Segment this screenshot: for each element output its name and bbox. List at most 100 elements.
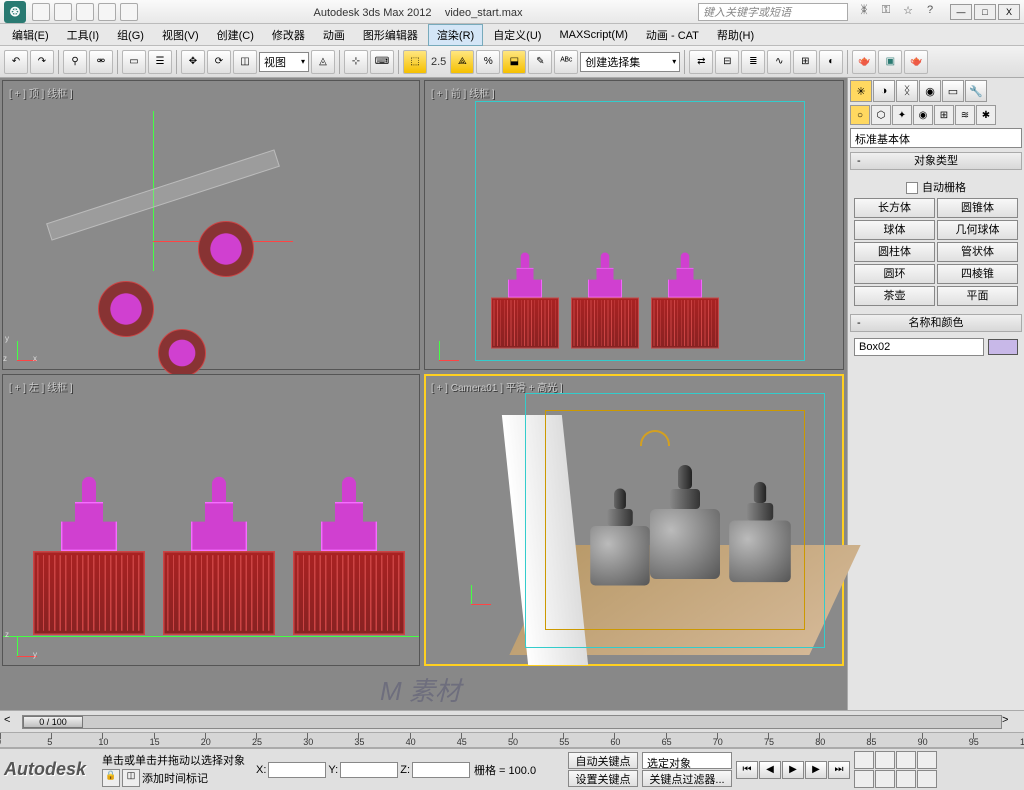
viewport-front[interactable]: [ + ] 前 ] 线框 ]	[424, 80, 844, 370]
rotate-icon[interactable]: ⟳	[207, 50, 231, 74]
menu-help[interactable]: 帮助(H)	[709, 25, 762, 45]
qat-undo-icon[interactable]	[98, 3, 116, 21]
named-selection-dropdown[interactable]: 创建选择集	[580, 52, 680, 72]
menu-modifiers[interactable]: 修改器	[264, 25, 313, 45]
lights-subtab-icon[interactable]: ✦	[892, 105, 912, 125]
maximize-button[interactable]: □	[974, 4, 996, 20]
object-color-swatch[interactable]	[988, 339, 1018, 355]
snap-toggle-icon[interactable]: ⬚	[403, 50, 427, 74]
shapes-subtab-icon[interactable]: ⬡	[871, 105, 891, 125]
redo-icon[interactable]: ↷	[30, 50, 54, 74]
mirror-icon[interactable]: ⇄	[689, 50, 713, 74]
time-ruler[interactable]: 0510152025303540455055606570758085909510…	[0, 732, 1024, 748]
pivot-icon[interactable]: ◬	[311, 50, 335, 74]
menu-graph-editors[interactable]: 图形编辑器	[355, 25, 426, 45]
menu-create[interactable]: 创建(C)	[209, 25, 262, 45]
category-dropdown[interactable]: 标准基本体	[850, 128, 1022, 148]
zoom-extents-all-icon[interactable]	[917, 751, 937, 769]
minimize-button[interactable]: —	[950, 4, 972, 20]
key-mode-dropdown[interactable]: 选定对象	[642, 752, 732, 769]
pyramid-button[interactable]: 四棱锥	[937, 264, 1018, 284]
menu-tools[interactable]: 工具(I)	[59, 25, 107, 45]
coord-x-input[interactable]	[268, 762, 326, 778]
next-frame-icon[interactable]: ▶	[805, 761, 827, 779]
cylinder-button[interactable]: 圆柱体	[854, 242, 935, 262]
menu-anim-cat[interactable]: 动画 - CAT	[638, 25, 707, 45]
select-icon[interactable]: ▭	[122, 50, 146, 74]
qat-open-icon[interactable]	[54, 3, 72, 21]
curve-editor-icon[interactable]: ∿	[767, 50, 791, 74]
qat-save-icon[interactable]	[76, 3, 94, 21]
timeline-left-icon[interactable]: <	[4, 714, 22, 730]
systems-subtab-icon[interactable]: ✱	[976, 105, 996, 125]
viewport-left[interactable]: [ + ] 左 ] 线框 ] z y	[2, 374, 420, 666]
unlink-icon[interactable]: ⚮	[89, 50, 113, 74]
percent-snap-icon[interactable]: %	[476, 50, 500, 74]
render-frame-icon[interactable]: ▣	[878, 50, 902, 74]
time-handle[interactable]: 0 / 100	[23, 716, 83, 728]
menu-customize[interactable]: 自定义(U)	[485, 25, 549, 45]
zoom-extents-icon[interactable]	[896, 751, 916, 769]
render-icon[interactable]: 🫖	[904, 50, 928, 74]
spinner-snap-icon[interactable]: ⬓	[502, 50, 526, 74]
app-icon[interactable]: ⊛	[4, 1, 26, 23]
pan-icon[interactable]	[875, 770, 895, 788]
edit-named-sel-icon[interactable]: ✎	[528, 50, 552, 74]
play-icon[interactable]: ▶	[782, 761, 804, 779]
orbit-icon[interactable]	[896, 770, 916, 788]
help-search-input[interactable]: 键入关键字或短语	[698, 3, 848, 21]
geosphere-button[interactable]: 几何球体	[937, 220, 1018, 240]
key-filters-button[interactable]: 关键点过滤器...	[642, 770, 732, 787]
viewport-top-label[interactable]: [ + ] 顶 ] 线框 ]	[9, 85, 73, 100]
box-button[interactable]: 长方体	[854, 198, 935, 218]
viewport-front-label[interactable]: [ + ] 前 ] 线框 ]	[431, 85, 495, 100]
isolate-icon[interactable]: ◫	[122, 769, 140, 787]
zoom-icon[interactable]	[854, 751, 874, 769]
viewport-left-label[interactable]: [ + ] 左 ] 线框 ]	[9, 379, 73, 394]
render-setup-icon[interactable]: 🫖	[852, 50, 876, 74]
menu-animation[interactable]: 动画	[315, 25, 353, 45]
coord-y-input[interactable]	[340, 762, 398, 778]
prev-frame-icon[interactable]: ◀	[759, 761, 781, 779]
cone-button[interactable]: 圆锥体	[937, 198, 1018, 218]
binoculars-icon[interactable]: ᛤ	[856, 4, 872, 20]
key-icon[interactable]: ⚿	[878, 4, 894, 20]
named-sel-abc-icon[interactable]: ᴬᴮᶜ	[554, 50, 578, 74]
link-icon[interactable]: ⚲	[63, 50, 87, 74]
menu-maxscript[interactable]: MAXScript(M)	[551, 27, 635, 43]
utilities-tab-icon[interactable]: 🔧	[965, 80, 987, 102]
menu-edit[interactable]: 编辑(E)	[4, 25, 57, 45]
move-icon[interactable]: ✥	[181, 50, 205, 74]
help-icon[interactable]: ?	[922, 4, 938, 20]
display-tab-icon[interactable]: ▭	[942, 80, 964, 102]
motion-tab-icon[interactable]: ◉	[919, 80, 941, 102]
create-tab-icon[interactable]: ✳	[850, 80, 872, 102]
angle-snap-icon[interactable]: ⟁	[450, 50, 474, 74]
hierarchy-tab-icon[interactable]: ᛝ	[896, 80, 918, 102]
set-key-button[interactable]: 设置关键点	[568, 770, 638, 787]
schematic-icon[interactable]: ⊞	[793, 50, 817, 74]
keyboard-shortcut-icon[interactable]: ⌨	[370, 50, 394, 74]
menu-views[interactable]: 视图(V)	[154, 25, 207, 45]
zoom-all-icon[interactable]	[875, 751, 895, 769]
close-button[interactable]: X	[998, 4, 1020, 20]
menu-group[interactable]: 组(G)	[109, 25, 152, 45]
ref-coord-dropdown[interactable]: 视图	[259, 52, 309, 72]
viewport-camera-label[interactable]: [ + ] Camera01 ] 平滑 + 高光 ]	[431, 379, 563, 394]
material-editor-icon[interactable]: ◐	[819, 50, 843, 74]
undo-icon[interactable]: ↶	[4, 50, 28, 74]
plane-button[interactable]: 平面	[937, 286, 1018, 306]
autogrid-checkbox[interactable]: 自动栅格	[854, 176, 1018, 198]
rollout-name-color[interactable]: 名称和颜色	[850, 314, 1022, 332]
viewport-camera[interactable]: [ + ] Camera01 ] 平滑 + 高光 ]	[424, 374, 844, 666]
modify-tab-icon[interactable]: ◑	[873, 80, 895, 102]
sphere-button[interactable]: 球体	[854, 220, 935, 240]
time-slider[interactable]: 0 / 100	[22, 715, 1002, 729]
maximize-viewport-icon[interactable]	[917, 770, 937, 788]
teapot-button[interactable]: 茶壶	[854, 286, 935, 306]
rollout-object-type[interactable]: 对象类型	[850, 152, 1022, 170]
geometry-subtab-icon[interactable]: ○	[850, 105, 870, 125]
tube-button[interactable]: 管状体	[937, 242, 1018, 262]
torus-button[interactable]: 圆环	[854, 264, 935, 284]
menu-rendering[interactable]: 渲染(R)	[428, 24, 483, 46]
